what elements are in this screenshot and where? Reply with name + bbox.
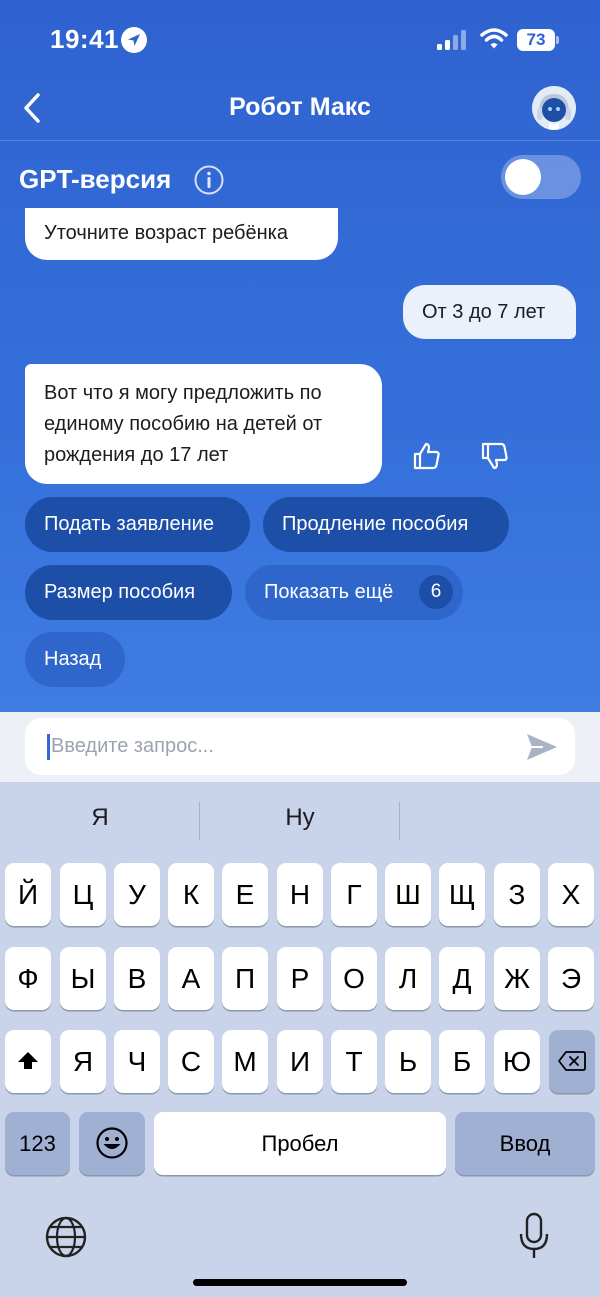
- key[interactable]: Л: [385, 947, 431, 1010]
- key[interactable]: Ж: [494, 947, 540, 1010]
- quick-reply-apply[interactable]: Подать заявление: [25, 497, 250, 552]
- gpt-version-label: GPT-версия: [19, 164, 172, 194]
- key[interactable]: О: [331, 947, 377, 1010]
- message-composer: [0, 712, 600, 782]
- enter-key[interactable]: Ввод: [455, 1112, 595, 1175]
- cellular-signal-icon: [437, 30, 471, 50]
- key[interactable]: Х: [548, 863, 594, 926]
- text-cursor: [47, 734, 50, 760]
- message-input-box[interactable]: [25, 718, 575, 775]
- key[interactable]: Б: [439, 1030, 485, 1093]
- key[interactable]: У: [114, 863, 160, 926]
- emoji-icon: [96, 1127, 128, 1159]
- key[interactable]: Е: [222, 863, 268, 926]
- key[interactable]: Д: [439, 947, 485, 1010]
- key[interactable]: З: [494, 863, 540, 926]
- key[interactable]: Ф: [5, 947, 51, 1010]
- quick-reply-amount[interactable]: Размер пособия: [25, 565, 232, 620]
- key[interactable]: К: [168, 863, 214, 926]
- send-icon: [527, 734, 557, 760]
- key[interactable]: Г: [331, 863, 377, 926]
- battery-indicator: 73: [517, 29, 555, 51]
- nav-header: Робот Макс: [0, 80, 600, 140]
- numbers-key[interactable]: 123: [5, 1112, 70, 1175]
- info-icon[interactable]: [193, 164, 225, 196]
- key[interactable]: Я: [60, 1030, 106, 1093]
- robot-avatar-icon[interactable]: [532, 86, 576, 130]
- toggle-knob: [505, 159, 541, 195]
- microphone-icon[interactable]: [517, 1212, 551, 1260]
- key[interactable]: Ц: [60, 863, 106, 926]
- shift-key[interactable]: [5, 1030, 51, 1093]
- bot-message: Вот что я могу предложить по единому пос…: [25, 364, 382, 484]
- shift-icon: [18, 1052, 38, 1069]
- status-time: 19:41: [50, 24, 119, 54]
- thumbs-down-icon[interactable]: [479, 440, 511, 472]
- space-key[interactable]: Пробел: [154, 1112, 446, 1175]
- bot-message: Уточните возраст ребёнка: [25, 208, 338, 260]
- key[interactable]: Ч: [114, 1030, 160, 1093]
- globe-icon[interactable]: [44, 1215, 88, 1259]
- backspace-icon: [558, 1051, 586, 1071]
- status-bar: 19:41 73: [0, 0, 600, 80]
- key[interactable]: Щ: [439, 863, 485, 926]
- chat-screen: 19:41 73 Робот Макс GPT-версия Уточните …: [0, 0, 600, 712]
- gpt-version-row: GPT-версия: [0, 152, 600, 208]
- key[interactable]: И: [277, 1030, 323, 1093]
- user-message: От 3 до 7 лет: [403, 285, 576, 339]
- backspace-key[interactable]: [549, 1030, 595, 1093]
- location-arrow-icon: [121, 27, 147, 53]
- key[interactable]: Ю: [494, 1030, 540, 1093]
- header-divider: [0, 140, 600, 141]
- key[interactable]: М: [222, 1030, 268, 1093]
- key[interactable]: Ы: [60, 947, 106, 1010]
- show-more-label: Показать ещё: [264, 581, 394, 603]
- quick-reply-show-more[interactable]: Показать ещё 6: [245, 565, 463, 620]
- show-more-count-badge: 6: [419, 575, 453, 609]
- key[interactable]: Ш: [385, 863, 431, 926]
- thumbs-up-icon[interactable]: [411, 440, 443, 472]
- key[interactable]: В: [114, 947, 160, 1010]
- key[interactable]: Ь: [385, 1030, 431, 1093]
- key[interactable]: С: [168, 1030, 214, 1093]
- keyboard: Я Ну Й Ц У К Е Н Г Ш Щ З Х Ф Ы В А П Р О…: [0, 782, 600, 1297]
- emoji-key[interactable]: [79, 1112, 145, 1175]
- suggestion-divider: [399, 802, 400, 840]
- key[interactable]: П: [222, 947, 268, 1010]
- key[interactable]: А: [168, 947, 214, 1010]
- key[interactable]: Т: [331, 1030, 377, 1093]
- page-title: Робот Макс: [229, 93, 371, 121]
- key[interactable]: Й: [5, 863, 51, 926]
- key[interactable]: Э: [548, 947, 594, 1010]
- battery-tip: [556, 36, 559, 44]
- send-button[interactable]: [525, 730, 559, 764]
- suggestion-2[interactable]: Ну: [200, 804, 400, 840]
- key[interactable]: Н: [277, 863, 323, 926]
- key[interactable]: Р: [277, 947, 323, 1010]
- quick-reply-extend[interactable]: Продление пособия: [263, 497, 509, 552]
- wifi-icon: [480, 27, 508, 51]
- home-indicator: [193, 1279, 407, 1286]
- suggestion-1[interactable]: Я: [0, 804, 200, 840]
- quick-reply-back[interactable]: Назад: [25, 632, 125, 687]
- message-input[interactable]: [51, 718, 511, 775]
- gpt-version-toggle[interactable]: [501, 155, 581, 199]
